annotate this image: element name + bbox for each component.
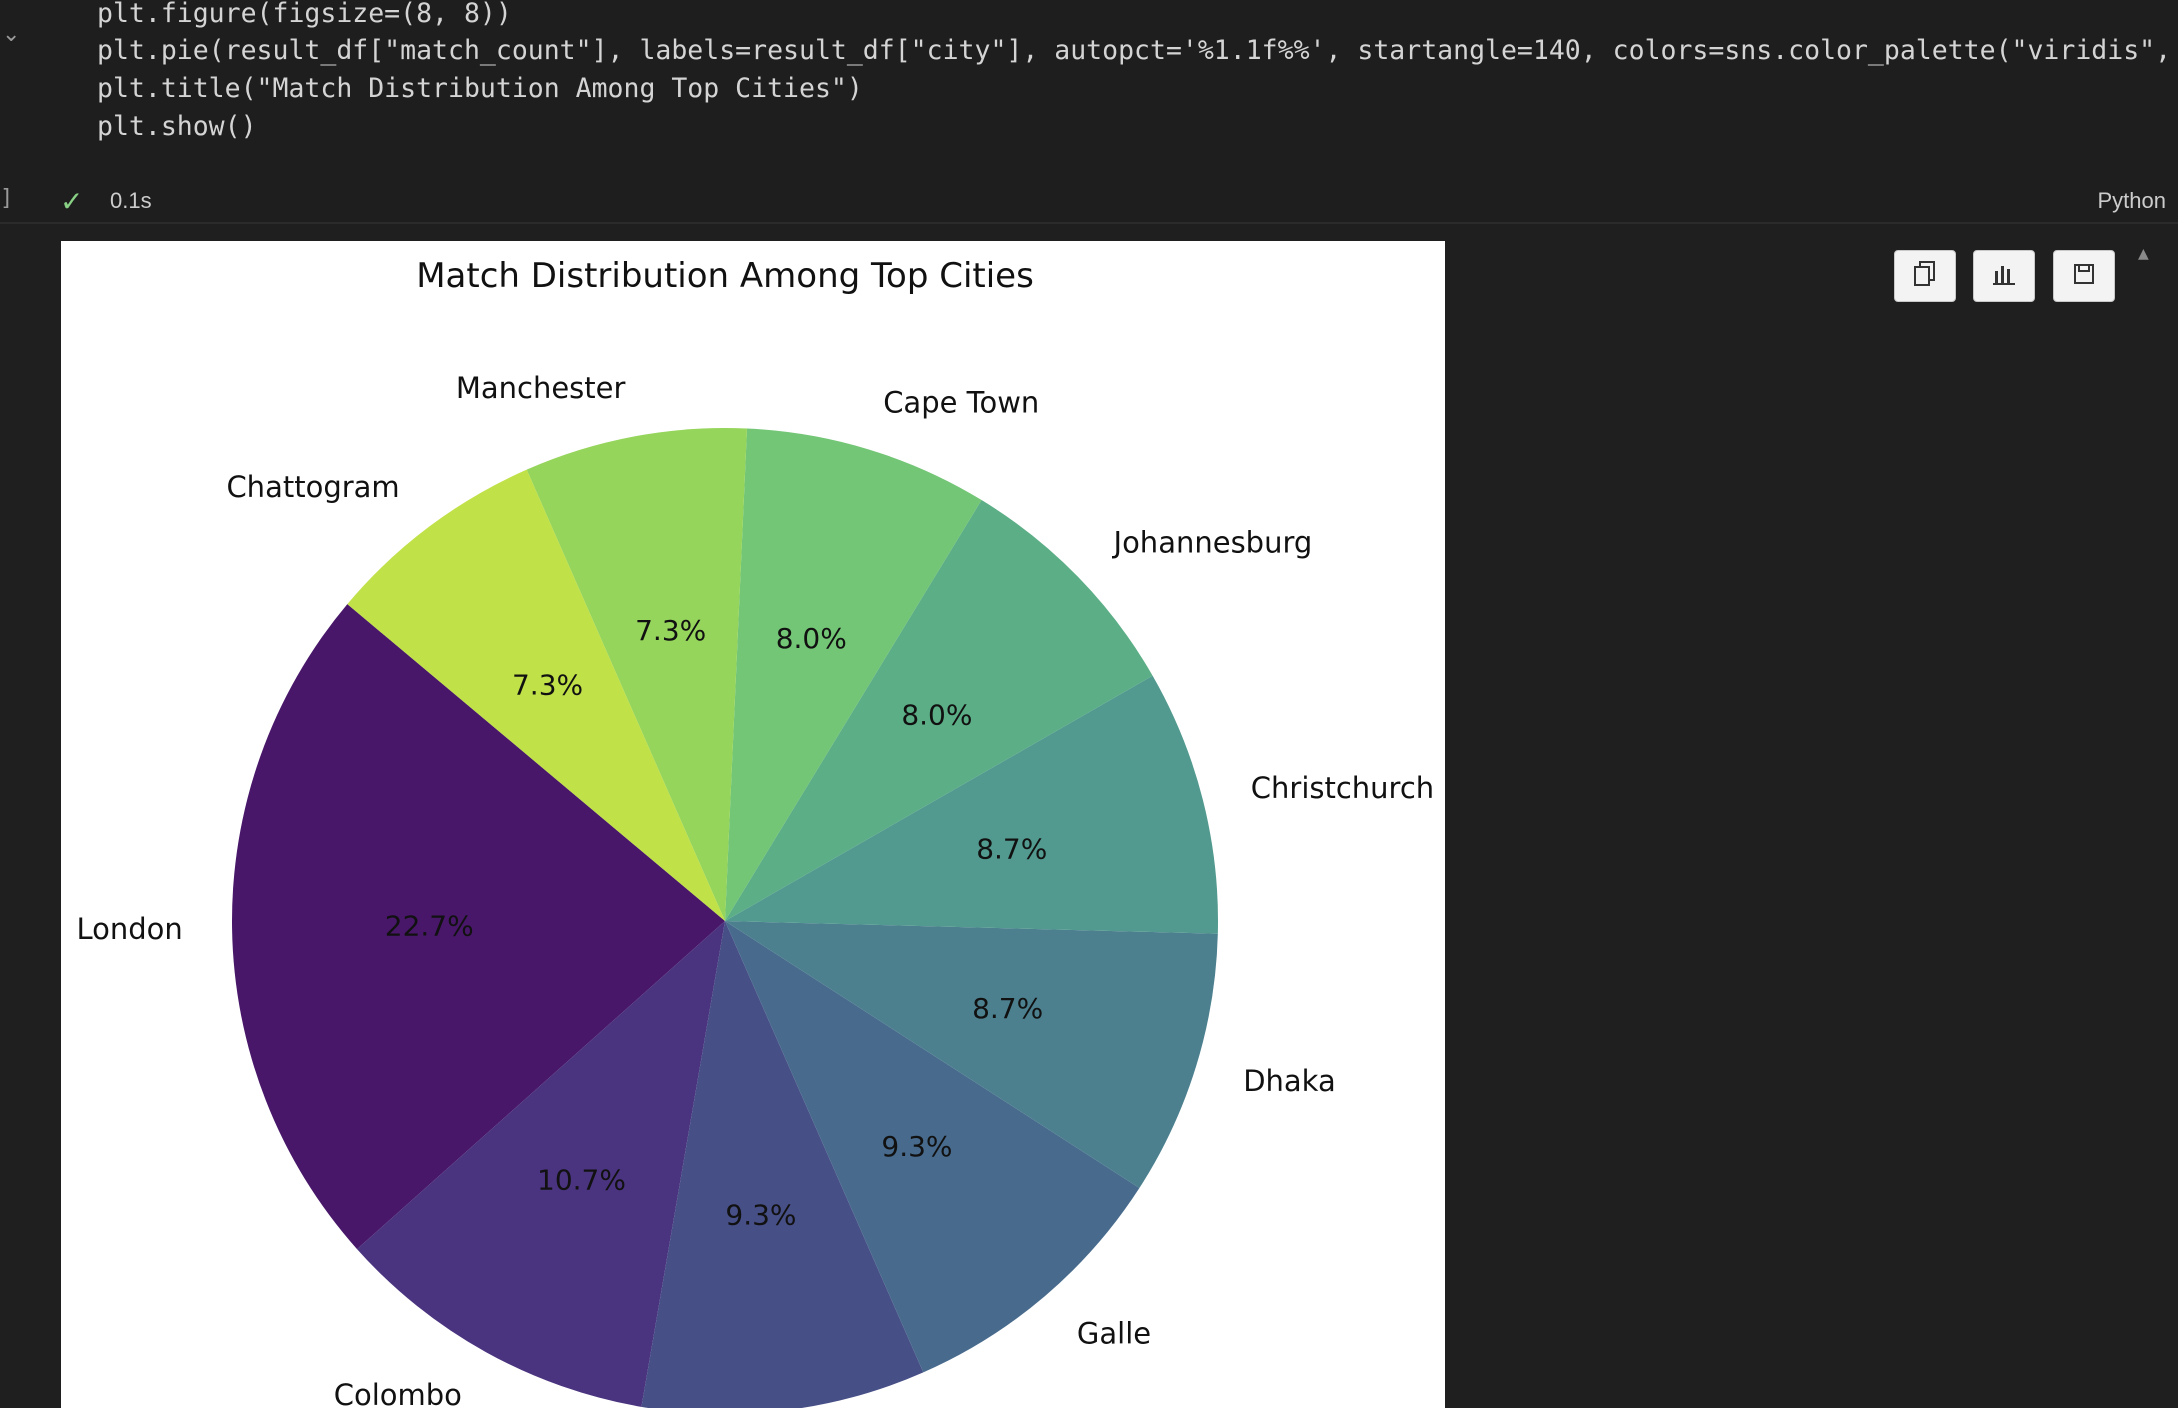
check-icon: ✓ <box>60 185 84 218</box>
execution-time: 0.1s <box>110 188 152 213</box>
slice-percent-label: 8.0% <box>776 622 847 655</box>
slice-percent-label: 8.7% <box>972 992 1043 1025</box>
code-line-1[interactable]: plt.figure(figsize=(8, 8)) <box>97 0 512 33</box>
slice-percent-label: 22.7% <box>385 909 474 942</box>
slice-percent-label: 7.3% <box>512 668 583 701</box>
slice-category-label: Dhaka <box>1243 1064 1336 1098</box>
slice-category-label: Cape Town <box>883 385 1039 419</box>
copy-icon <box>1912 260 1938 292</box>
pie-chart-figure: Match Distribution Among Top Cities 22.7… <box>61 241 1445 1408</box>
slice-category-label: London <box>76 912 182 946</box>
slice-category-label: Johannesburg <box>1112 526 1313 560</box>
slice-percent-label: 7.3% <box>635 614 706 647</box>
language-label[interactable]: Python <box>2098 188 2167 214</box>
slice-percent-label: 9.3% <box>881 1130 952 1163</box>
slice-category-label: Manchester <box>456 371 626 405</box>
code-cell[interactable]: ⌄ plt.figure(figsize=(8, 8)) plt.pie(res… <box>0 0 2178 224</box>
slice-category-label: Christchurch <box>1251 771 1434 805</box>
code-line-3[interactable]: plt.title("Match Distribution Among Top … <box>97 70 863 108</box>
slice-percent-label: 8.7% <box>976 833 1047 866</box>
slice-category-label: Chattogram <box>226 470 399 504</box>
slice-category-label: Galle <box>1077 1317 1151 1351</box>
slice-percent-label: 10.7% <box>537 1164 626 1197</box>
chart-title: Match Distribution Among Top Cities <box>416 256 1034 296</box>
copy-output-button[interactable] <box>1894 250 1956 302</box>
view-chart-button[interactable] <box>1973 250 2035 302</box>
code-line-2[interactable]: plt.pie(result_df["match_count"], labels… <box>97 32 2178 70</box>
pie-chart: Match Distribution Among Top Cities 22.7… <box>76 256 1434 1408</box>
scroll-up-arrow-icon[interactable]: ▲ <box>2138 246 2149 262</box>
save-output-button[interactable] <box>2053 250 2115 302</box>
collapse-chevron-icon[interactable]: ⌄ <box>2 22 20 47</box>
save-icon <box>2072 262 2096 290</box>
slice-percent-label: 8.0% <box>901 699 972 732</box>
slice-percent-label: 9.3% <box>725 1199 796 1232</box>
chart-icon <box>1991 261 2017 291</box>
code-line-4[interactable]: plt.show() <box>97 108 257 146</box>
execution-count-bracket: ] <box>0 186 14 211</box>
slice-category-label: Colombo <box>334 1378 462 1408</box>
